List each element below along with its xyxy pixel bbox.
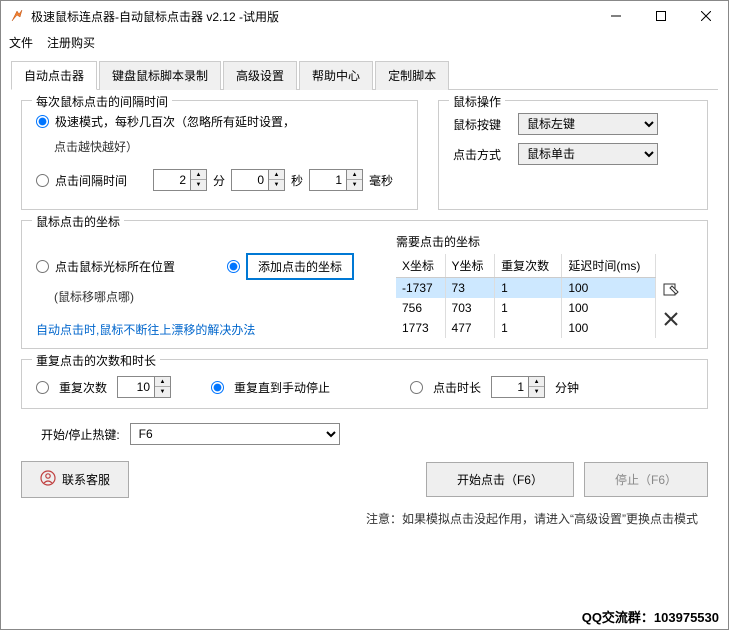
seconds-input[interactable]: ▲▼ (231, 169, 285, 191)
footer-text: QQ交流群：103975530 (582, 607, 719, 626)
minimize-button[interactable] (593, 1, 638, 31)
table-header: X坐标 Y坐标 重复次数 延迟时间(ms) (396, 254, 656, 278)
spin-up-icon[interactable]: ▲ (529, 377, 544, 387)
radio-interval[interactable] (36, 174, 49, 187)
menu-register[interactable]: 注册购买 (47, 34, 95, 51)
note-text: 注意：如果模拟点击没起作用，请进入“高级设置”更换点击模式 (21, 510, 708, 527)
mouse-button-label: 鼠标按键 (453, 116, 508, 133)
radio-duration[interactable] (410, 381, 423, 394)
tab-record[interactable]: 键盘鼠标脚本录制 (99, 61, 221, 90)
duration-unit: 分钟 (555, 379, 579, 396)
radio-repeat-count[interactable] (36, 381, 49, 394)
mouse-title: 鼠标操作 (449, 93, 505, 110)
fast-mode-sub: 点击越快越好） (54, 138, 403, 155)
stop-button[interactable]: 停止（F6） (584, 462, 708, 497)
tab-advanced[interactable]: 高级设置 (223, 61, 297, 90)
repeat-count-label: 重复次数 (59, 379, 107, 396)
spin-up-icon[interactable]: ▲ (155, 377, 170, 387)
coord-table: X坐标 Y坐标 重复次数 延迟时间(ms) -1737731100 756703… (396, 254, 656, 338)
min-unit: 分 (213, 172, 225, 189)
hotkey-select[interactable]: F6 (130, 423, 340, 445)
start-button[interactable]: 开始点击（F6） (426, 462, 574, 497)
table-row[interactable]: 17734771100 (396, 318, 656, 338)
click-mode-select[interactable]: 鼠标单击 (518, 143, 658, 165)
tab-auto-clicker[interactable]: 自动点击器 (11, 61, 97, 90)
minutes-input[interactable]: ▲▼ (153, 169, 207, 191)
menu-file[interactable]: 文件 (9, 34, 33, 51)
coord-title: 鼠标点击的坐标 (32, 213, 124, 230)
spin-down-icon[interactable]: ▼ (155, 387, 170, 397)
spin-up-icon[interactable]: ▲ (191, 170, 206, 180)
radio-cursor-pos[interactable] (36, 260, 49, 273)
delete-icon[interactable] (662, 310, 680, 328)
table-row[interactable]: 7567031100 (396, 298, 656, 318)
radio-fast-mode[interactable] (36, 115, 49, 128)
spin-up-icon[interactable]: ▲ (347, 170, 362, 180)
spin-down-icon[interactable]: ▼ (191, 180, 206, 190)
window-title: 极速鼠标连点器-自动鼠标点击器 v2.12 -试用版 (31, 8, 593, 25)
repeat-group: 重复点击的次数和时长 重复次数 ▲▼ 重复直到手动停止 点击时长 ▲▼ 分钟 (21, 359, 708, 409)
click-mode-label: 点击方式 (453, 146, 508, 163)
duration-input[interactable]: ▲▼ (491, 376, 545, 398)
close-button[interactable] (683, 1, 728, 31)
tab-help[interactable]: 帮助中心 (299, 61, 373, 90)
tab-custom[interactable]: 定制脚本 (375, 61, 449, 90)
contact-button[interactable]: 联系客服 (21, 461, 129, 498)
app-icon (9, 8, 25, 24)
mouse-group: 鼠标操作 鼠标按键 鼠标左键 点击方式 鼠标单击 (438, 100, 708, 210)
interval-label: 点击间隔时间 (55, 172, 127, 189)
table-title: 需要点击的坐标 (396, 233, 693, 250)
duration-label: 点击时长 (433, 379, 481, 396)
repeat-until-label: 重复直到手动停止 (234, 379, 330, 396)
spin-up-icon[interactable]: ▲ (269, 170, 284, 180)
mouse-button-select[interactable]: 鼠标左键 (518, 113, 658, 135)
radio-add-coord[interactable] (227, 260, 240, 273)
sec-unit: 秒 (291, 172, 303, 189)
edit-icon[interactable] (662, 282, 680, 300)
tab-bar: 自动点击器 键盘鼠标脚本录制 高级设置 帮助中心 定制脚本 (11, 61, 718, 90)
spin-down-icon[interactable]: ▼ (347, 180, 362, 190)
menubar: 文件 注册购买 (1, 31, 728, 53)
interval-title: 每次鼠标点击的间隔时间 (32, 93, 172, 110)
ms-input[interactable]: ▲▼ (309, 169, 363, 191)
coord-group: 鼠标点击的坐标 点击鼠标光标所在位置 添加点击的坐标 (鼠标移哪点哪) 自动点击… (21, 220, 708, 349)
add-coord-button[interactable]: 添加点击的坐标 (246, 253, 354, 280)
table-row[interactable]: -1737731100 (396, 278, 656, 299)
user-icon (40, 470, 56, 489)
cursor-pos-label: 点击鼠标光标所在位置 (55, 258, 175, 275)
hotkey-label: 开始/停止热键: (41, 426, 120, 443)
cursor-pos-sub: (鼠标移哪点哪) (54, 288, 376, 305)
titlebar: 极速鼠标连点器-自动鼠标点击器 v2.12 -试用版 (1, 1, 728, 31)
spin-down-icon[interactable]: ▼ (529, 387, 544, 397)
fast-mode-label: 极速模式，每秒几百次（忽略所有延时设置， (55, 113, 295, 130)
window-buttons (593, 1, 728, 31)
repeat-title: 重复点击的次数和时长 (32, 352, 160, 369)
spin-down-icon[interactable]: ▼ (269, 180, 284, 190)
tab-content: 每次鼠标点击的间隔时间 极速模式，每秒几百次（忽略所有延时设置， 点击越快越好）… (1, 90, 728, 537)
maximize-button[interactable] (638, 1, 683, 31)
repeat-count-input[interactable]: ▲▼ (117, 376, 171, 398)
drift-help-link[interactable]: 自动点击时,鼠标不断往上漂移的解决办法 (36, 321, 376, 338)
interval-group: 每次鼠标点击的间隔时间 极速模式，每秒几百次（忽略所有延时设置， 点击越快越好）… (21, 100, 418, 210)
radio-repeat-until-stop[interactable] (211, 381, 224, 394)
ms-unit: 毫秒 (369, 172, 393, 189)
